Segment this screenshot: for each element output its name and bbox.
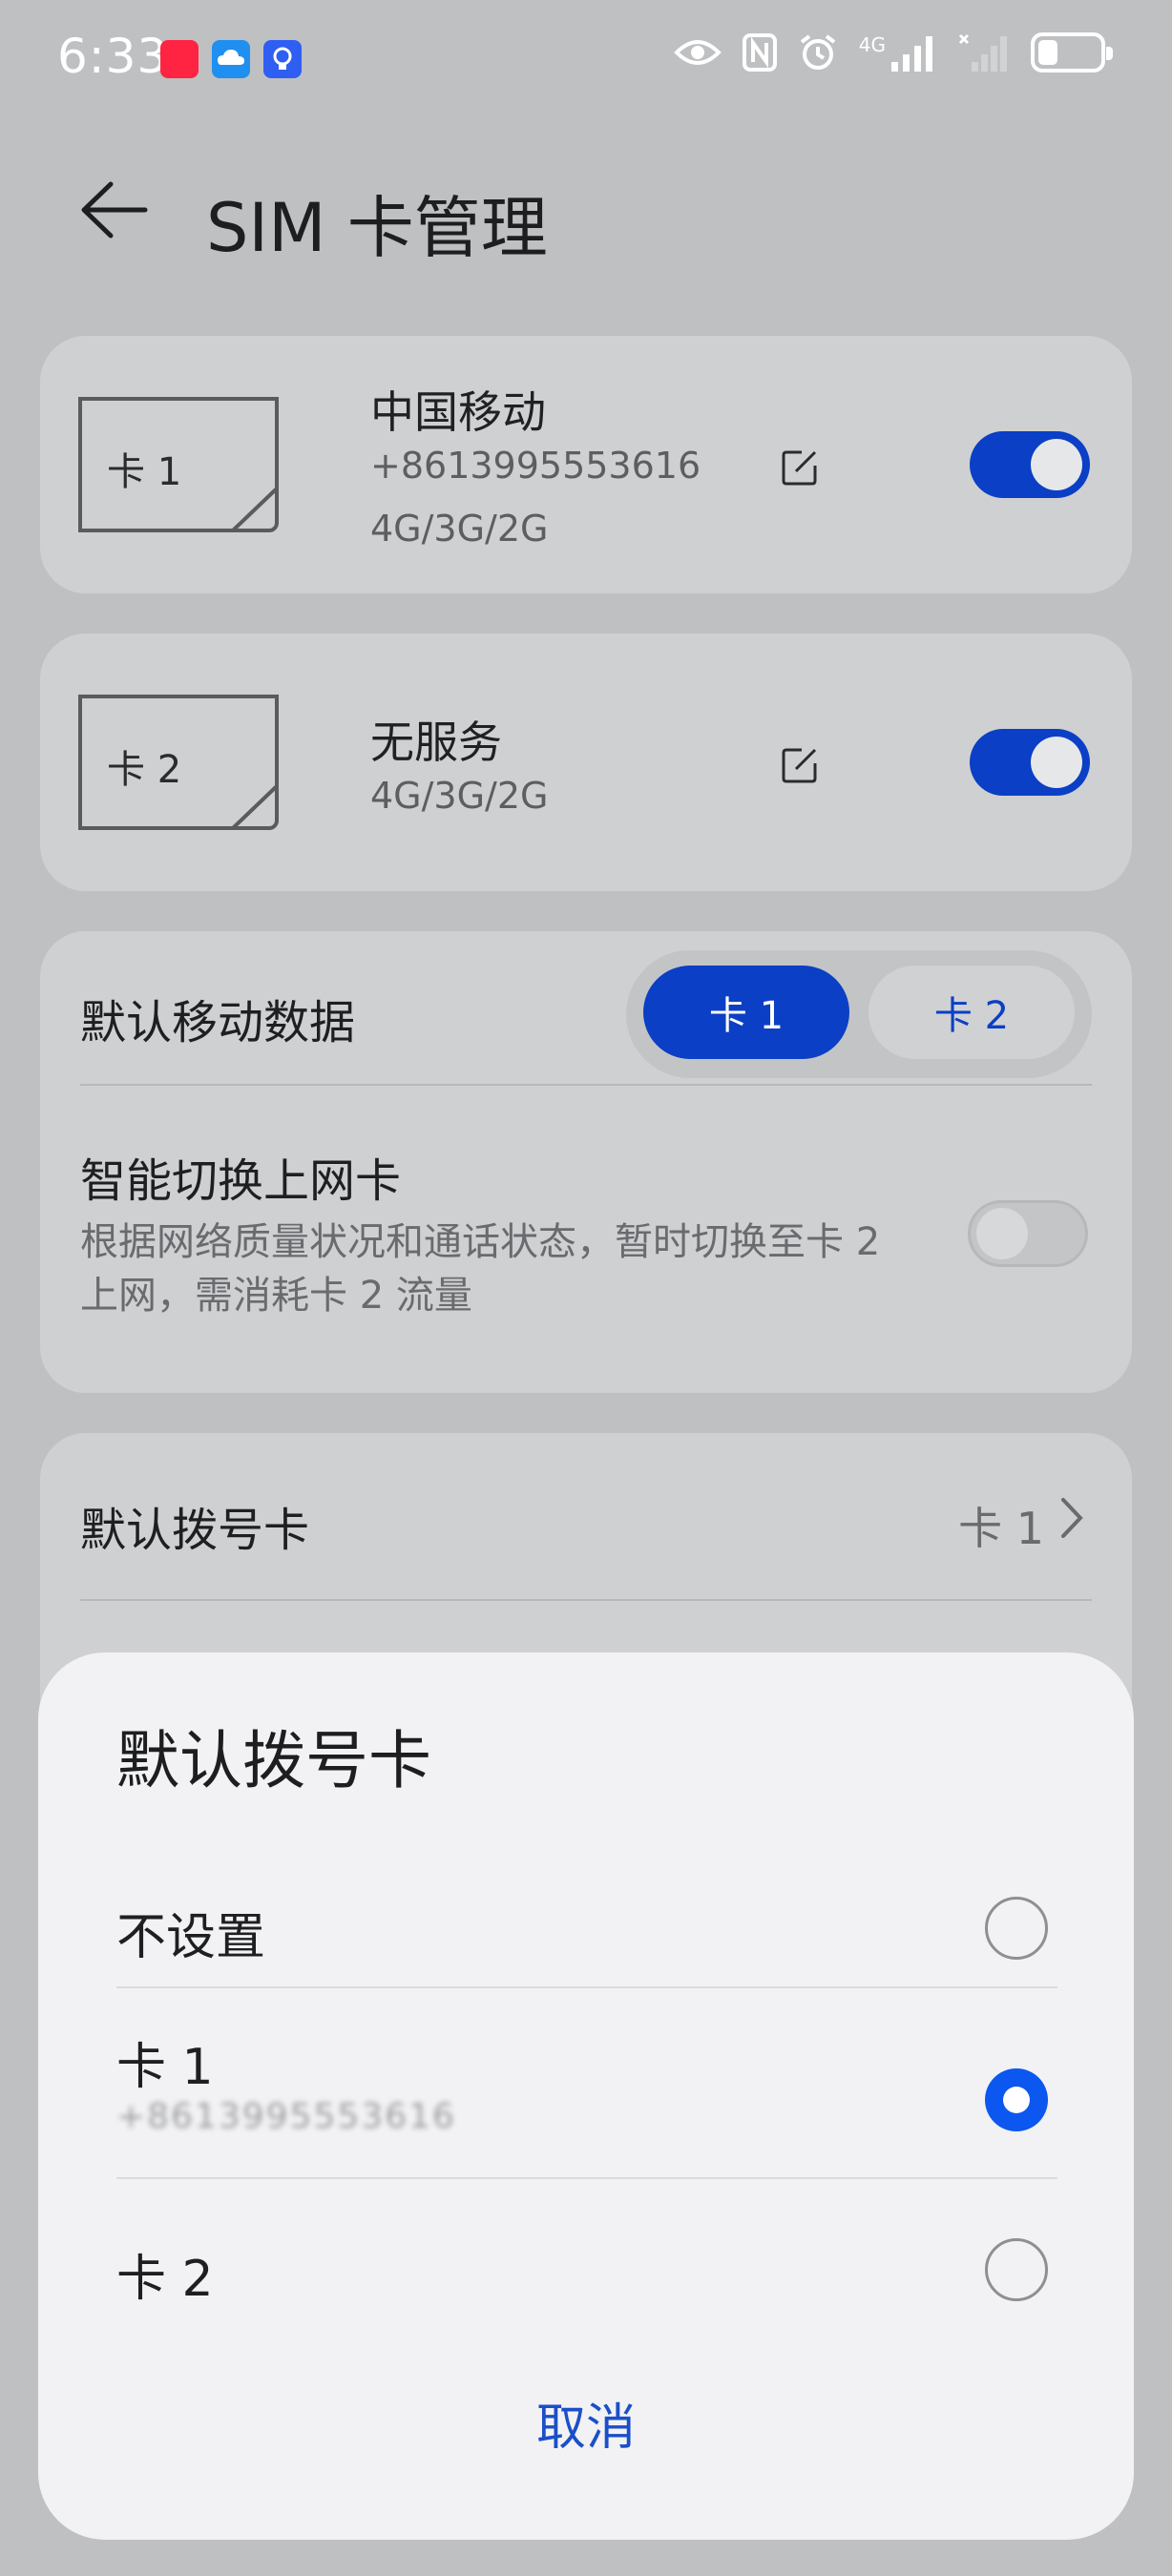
edit-icon[interactable] [781, 746, 819, 784]
radio-button-selected[interactable] [985, 2068, 1048, 2131]
sim-badge: 卡 1 [107, 450, 182, 494]
sim-number: +8613995553616 [370, 445, 701, 487]
back-arrow-icon[interactable] [76, 177, 153, 243]
option-number-blurred: +8613995553616 [116, 2097, 456, 2136]
default-dial-sheet: 默认拨号卡 不设置 卡 1 +8613995553616 卡 2 取消 [38, 1652, 1134, 2540]
signal-icon [891, 36, 932, 72]
radio-button[interactable] [985, 1897, 1048, 1960]
nfc-icon [742, 33, 777, 72]
cancel-button[interactable]: 取消 [38, 2387, 1134, 2459]
no-signal-icon [958, 33, 1007, 72]
sim-carrier: 中国移动 [370, 386, 546, 438]
cloud-app-icon [212, 40, 250, 78]
default-dial-value: 卡 1 [958, 1503, 1044, 1554]
sim-card-icon: 卡 1 [78, 397, 279, 532]
sim-card-icon: 卡 2 [78, 695, 279, 830]
default-data-selector: 卡 1 卡 2 [626, 950, 1092, 1078]
network-type: 4G [859, 33, 937, 72]
default-data-label: 默认移动数据 [80, 996, 356, 1049]
bulb-app-icon [263, 40, 302, 78]
default-dial-label[interactable]: 默认拨号卡 [80, 1492, 309, 1559]
default-data-card-2[interactable]: 卡 2 [869, 966, 1075, 1059]
default-data-card-1[interactable]: 卡 1 [643, 966, 849, 1059]
smart-switch-description: 根据网络质量状况和通话状态，暂时切换至卡 2 上网，需消耗卡 2 流量 [80, 1220, 881, 1318]
sheet-title: 默认拨号卡 [116, 1724, 431, 1797]
app-bar: SIM 卡管理 [0, 157, 1172, 267]
option-card-2[interactable]: 卡 2 [116, 2179, 1057, 2351]
option-label: 卡 1 [116, 2039, 214, 2096]
divider [80, 1084, 1092, 1086]
edit-icon[interactable] [781, 448, 819, 487]
option-label: 卡 2 [116, 2251, 214, 2308]
sim-2-toggle[interactable] [970, 729, 1090, 796]
sim-card-2[interactable]: 卡 2 无服务 4G/3G/2G [40, 634, 1132, 891]
option-card-1[interactable]: 卡 1 +8613995553616 [116, 1988, 1057, 2160]
status-icons: 4G [673, 32, 1113, 73]
sim-network-types: 4G/3G/2G [370, 775, 549, 817]
radio-button[interactable] [985, 2238, 1048, 2301]
divider [80, 1599, 1092, 1601]
page-title: SIM 卡管理 [206, 189, 548, 267]
sim-network-types: 4G/3G/2G [370, 508, 549, 550]
xiaohongshu-app-icon [160, 40, 199, 78]
chevron-right-icon [1061, 1498, 1083, 1538]
sim-card-1[interactable]: 卡 1 中国移动 +8613995553616 4G/3G/2G [40, 336, 1132, 593]
sim-carrier: 无服务 [370, 717, 502, 768]
battery-icon [1031, 32, 1113, 73]
alarm-icon [800, 34, 835, 70]
smart-switch-toggle[interactable] [968, 1200, 1088, 1267]
eye-icon [673, 40, 722, 65]
smart-switch-title: 智能切换上网卡 [80, 1154, 402, 1208]
sim-management-screen: 6:33 4G SIM 卡管理 卡 1 中国移动 +8613995553616 … [0, 0, 1172, 2576]
option-label: 不设置 [116, 1909, 266, 1966]
data-settings-card: 默认移动数据 卡 1 卡 2 智能切换上网卡 根据网络质量状况和通话状态，暂时切… [40, 931, 1132, 1393]
sim-badge: 卡 2 [107, 748, 182, 792]
status-time: 6:33 [57, 29, 169, 84]
sim-1-toggle[interactable] [970, 431, 1090, 498]
status-bar: 6:33 4G [0, 0, 1172, 114]
